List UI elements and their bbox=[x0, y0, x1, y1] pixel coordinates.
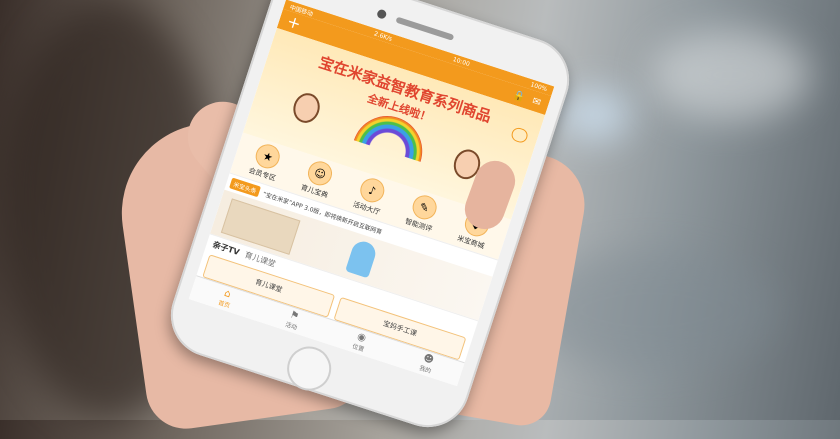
kid-illustration bbox=[289, 89, 324, 127]
mail-icon[interactable]: ✉ bbox=[531, 95, 542, 108]
lock-icon[interactable]: 🔒 bbox=[511, 89, 526, 103]
plus-icon[interactable]: + bbox=[285, 11, 304, 33]
tab-label: 首页 bbox=[217, 299, 231, 310]
mother-illustration bbox=[345, 238, 379, 279]
light-blur-top bbox=[650, 30, 810, 120]
blue-light-blur bbox=[560, 90, 630, 140]
